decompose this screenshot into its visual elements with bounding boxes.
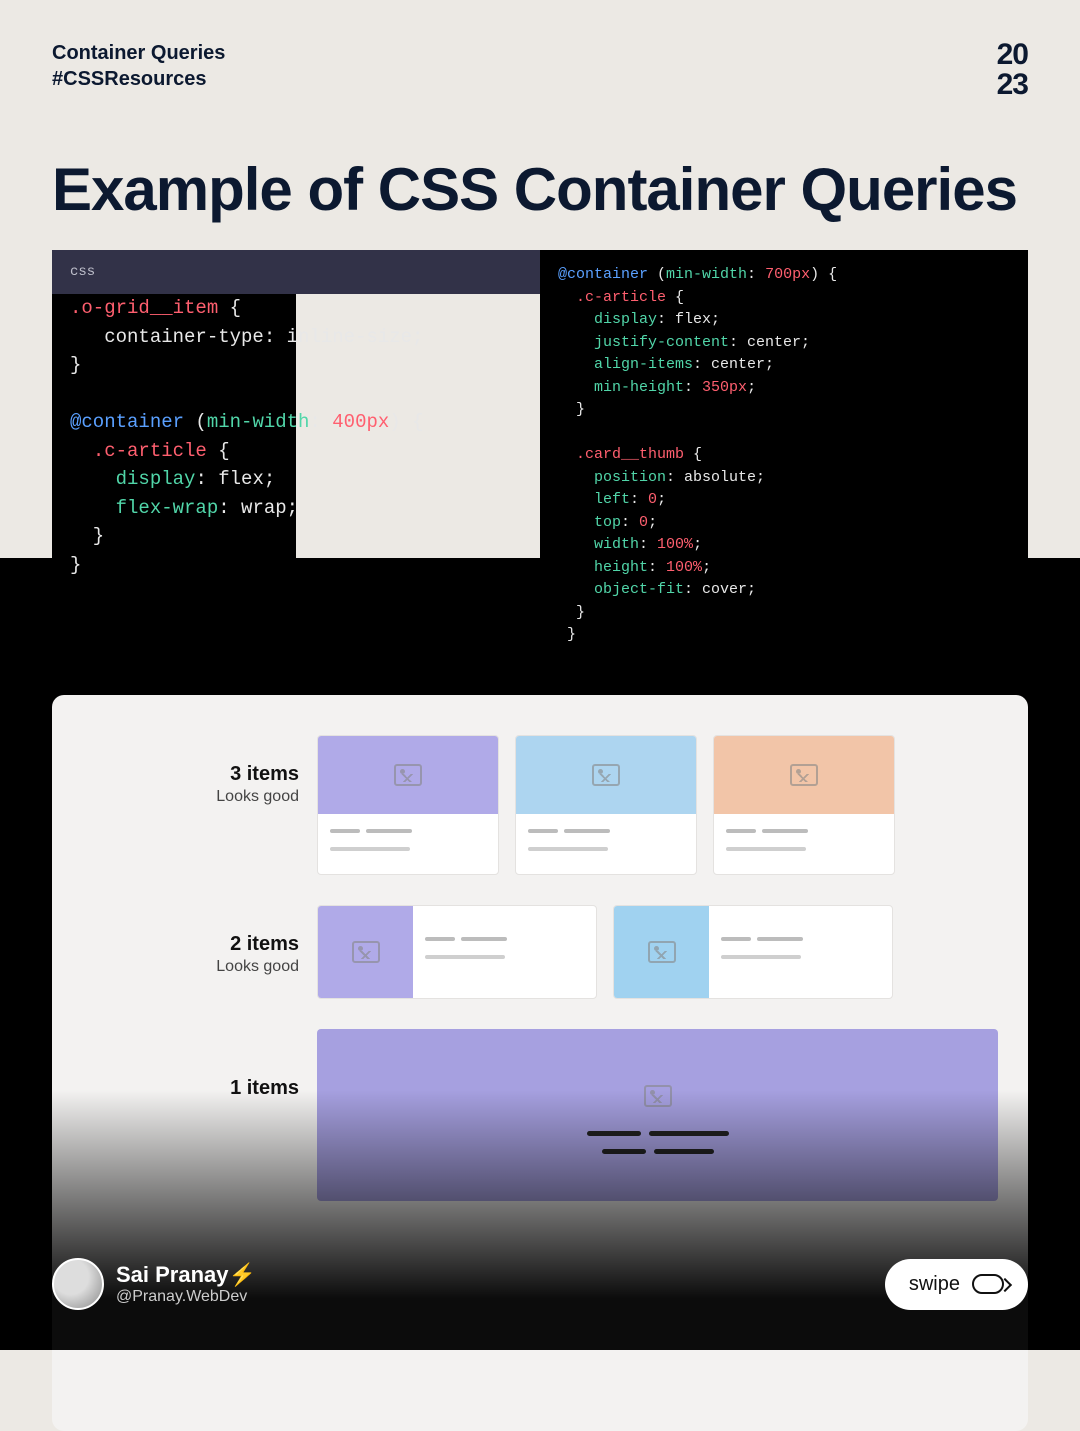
image-icon — [790, 764, 818, 786]
header-topic: Container Queries — [52, 40, 225, 66]
card — [613, 905, 893, 999]
header: Container Queries #CSSResources 20 23 — [0, 0, 1080, 100]
page-title: Example of CSS Container Queries — [0, 100, 1080, 250]
code-language-tab: css — [52, 250, 540, 294]
footer: Sai Pranay⚡ @Pranay.WebDev swipe — [52, 1258, 1028, 1310]
card-thumb — [318, 736, 498, 814]
card-body — [413, 906, 596, 998]
preview-row-2: 2 items Looks good — [132, 905, 998, 999]
image-icon — [352, 941, 380, 963]
row-title: 1 items — [132, 1077, 299, 1100]
code-left-pane: .o-grid__item { container-type: inline-s… — [52, 294, 296, 599]
cards-2 — [317, 905, 998, 999]
row-label: 2 items Looks good — [132, 905, 317, 976]
row-label: 1 items — [132, 1029, 317, 1100]
card-thumb — [614, 906, 709, 998]
row-title: 3 items — [132, 763, 299, 786]
card-body — [709, 906, 892, 998]
row-subtitle: Looks good — [132, 788, 299, 806]
author-handle: @Pranay.WebDev — [116, 1288, 256, 1306]
card — [515, 735, 697, 875]
card-thumb — [318, 906, 413, 998]
header-left: Container Queries #CSSResources — [52, 40, 225, 100]
preview-row-3: 3 items Looks good — [132, 735, 998, 875]
card-thumb — [516, 736, 696, 814]
image-icon — [592, 764, 620, 786]
card-body — [318, 814, 498, 874]
card-body — [714, 814, 894, 874]
card — [317, 905, 597, 999]
avatar — [52, 1258, 104, 1310]
image-icon — [644, 1085, 672, 1107]
preview-row-1: 1 items — [132, 1029, 998, 1201]
card-body — [583, 1127, 733, 1163]
row-label: 3 items Looks good — [132, 735, 317, 806]
card — [317, 735, 499, 875]
card-thumb — [714, 736, 894, 814]
row-title: 2 items — [132, 933, 299, 956]
header-hashtag: #CSSResources — [52, 66, 225, 92]
preview-panel: 3 items Looks good 2 items Looks good — [52, 695, 1028, 1431]
swipe-icon — [972, 1274, 1004, 1294]
card — [317, 1029, 998, 1201]
cards-1 — [317, 1029, 998, 1201]
author-profile[interactable]: Sai Pranay⚡ @Pranay.WebDev — [52, 1258, 256, 1310]
header-year: 20 23 — [997, 40, 1028, 100]
code-block: css .o-grid__item { container-type: inli… — [52, 250, 1028, 667]
swipe-button[interactable]: swipe — [885, 1259, 1028, 1310]
swipe-label: swipe — [909, 1273, 960, 1296]
profile-text: Sai Pranay⚡ @Pranay.WebDev — [116, 1262, 256, 1306]
image-icon — [394, 764, 422, 786]
author-name: Sai Pranay⚡ — [116, 1262, 256, 1288]
card-body — [516, 814, 696, 874]
row-subtitle: Looks good — [132, 958, 299, 976]
year-line1: 20 — [997, 40, 1028, 70]
year-line2: 23 — [997, 70, 1028, 100]
image-icon — [648, 941, 676, 963]
card — [713, 735, 895, 875]
code-right-pane: @container (min-width: 700px) { .c-artic… — [540, 250, 1028, 667]
cards-3 — [317, 735, 998, 875]
